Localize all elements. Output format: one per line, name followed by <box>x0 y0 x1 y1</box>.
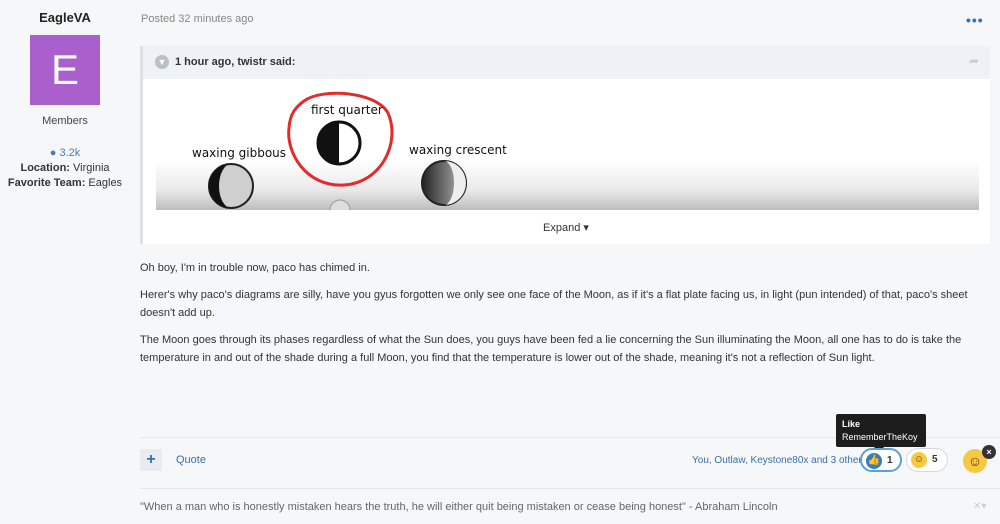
divider <box>140 488 1000 489</box>
post-count[interactable]: ● 3.2k <box>0 146 130 161</box>
caret-down-icon: ▾ <box>583 222 589 234</box>
author-location: Location: Virginia <box>20 162 110 174</box>
waxing-gibbous-label: waxing gibbous <box>192 146 286 160</box>
chevron-down-icon[interactable]: ▼ <box>155 55 169 69</box>
quote-block: ▼ 1 hour ago, twistr said: ➦ waxing gibb… <box>140 46 990 244</box>
reaction-haha[interactable]: ☺ 5 <box>906 448 948 472</box>
author-name[interactable]: EagleVA <box>0 10 130 25</box>
share-arrow-icon[interactable]: ➦ <box>969 54 979 68</box>
author-stats: ● 3.2k Location: Virginia Favorite Team:… <box>0 146 130 191</box>
reacted-by-list[interactable]: You, Outlaw, Keystone80x and 3 others <box>692 455 867 466</box>
author-team: Favorite Team: Eagles <box>7 177 123 189</box>
member-group: Members <box>42 115 88 127</box>
multiquote-add-button[interactable]: + <box>140 449 162 471</box>
close-icon[interactable]: ✕▾ <box>973 501 986 512</box>
avatar[interactable]: E <box>30 35 100 105</box>
more-dots-icon[interactable]: ••• <box>966 12 984 28</box>
reaction-count: 1 <box>887 455 893 466</box>
signature: "When a man who is honestly mistaken hea… <box>140 501 778 513</box>
reaction-tooltip: Like RememberTheKoy <box>836 414 926 452</box>
laughing-face-icon: ☺ <box>911 452 927 468</box>
post-paragraph: Herer's why paco's diagrams are silly, h… <box>140 289 968 319</box>
first-quarter-label: first quarter <box>311 103 383 117</box>
waxing-crescent-label: waxing crescent <box>409 143 507 157</box>
expand-button[interactable]: Expand ▾ <box>543 221 589 234</box>
close-icon[interactable]: × <box>982 445 996 459</box>
quote-button[interactable]: Quote <box>176 454 206 466</box>
reaction-count: 5 <box>932 454 938 465</box>
quote-header: ▼ 1 hour ago, twistr said: ➦ <box>143 46 990 79</box>
thumbs-up-icon: 👍 <box>866 453 882 469</box>
post-paragraph: Oh boy, I'm in trouble now, paco has chi… <box>140 262 370 274</box>
reaction-like[interactable]: 👍 1 <box>860 448 902 472</box>
quote-citation: 1 hour ago, twistr said: <box>175 56 296 68</box>
post-paragraph: The Moon goes through its phases regardl… <box>140 334 962 364</box>
speech-bubble-icon: ● <box>49 147 60 159</box>
author-panel: EagleVA E Members ● 3.2k Location: Virgi… <box>0 0 130 524</box>
moon-phases-image: waxing gibbous first quarter waxing cres… <box>156 83 979 210</box>
post-content: Oh boy, I'm in trouble now, paco has chi… <box>140 259 980 376</box>
post-timestamp[interactable]: Posted 32 minutes ago <box>141 13 254 25</box>
